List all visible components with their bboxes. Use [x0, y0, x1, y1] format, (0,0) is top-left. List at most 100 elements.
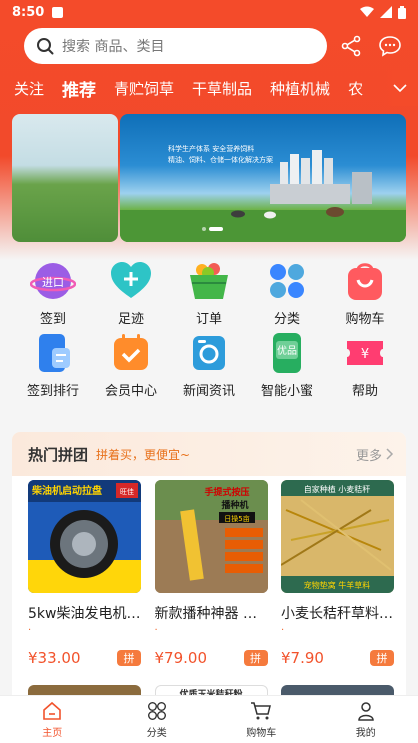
group-buy-button[interactable]: 拼 — [117, 650, 141, 666]
nav-profile-label: 我的 — [355, 727, 376, 739]
heart-plus-icon — [108, 258, 154, 304]
signal-icon — [380, 6, 392, 18]
nav-category-label: 分类 — [146, 727, 167, 739]
menu-checkin-rank-label: 签到排行 — [26, 384, 79, 399]
tab-machinery[interactable]: 种植机械 — [261, 78, 339, 99]
product-name: 小麦长秸秆草料… — [281, 606, 393, 622]
nav-cart-label: 购物车 — [246, 727, 277, 739]
tab-follow[interactable]: 关注 — [0, 78, 53, 99]
battery-icon — [398, 5, 406, 19]
menu-help[interactable]: ¥ 帮助 — [326, 330, 404, 399]
phone-rank-icon — [30, 330, 76, 376]
product-image-text: 柴油机启动拉盘 — [31, 484, 102, 497]
product-card[interactable]: 手提式按压 播种机 日操5亩 新款播种神器 … · ¥79.00 拼 — [154, 480, 268, 667]
group-buy-button[interactable]: 拼 — [370, 650, 394, 666]
help-icon-text: ¥ — [361, 347, 369, 362]
product-image-badge: 旺佳 — [120, 487, 134, 496]
quick-menu-grid: 进口 签到 足迹 订单 分类 购物车 签到排行 会员中心 新闻资讯 优品 智能小… — [0, 258, 418, 399]
menu-help-label: 帮助 — [351, 384, 378, 399]
calendar-check-icon — [108, 330, 154, 376]
status-bar: 8:50 — [0, 0, 418, 24]
tab-agri[interactable]: 农 — [339, 78, 372, 99]
nav-home-label: 主页 — [42, 727, 63, 739]
camera-news-icon — [186, 330, 232, 376]
product-image-text: 自家种植 小麦秸秆 — [304, 484, 371, 494]
product-dot: · — [28, 625, 32, 636]
chevron-down-icon — [393, 83, 407, 92]
nav-category[interactable]: 分类 — [105, 696, 210, 743]
carousel-indicator — [202, 227, 223, 231]
shopping-bag-icon — [342, 258, 388, 304]
product-image-text2: 播种机 — [221, 499, 248, 511]
menu-checkin[interactable]: 进口 签到 — [14, 258, 92, 327]
group-buy-header: 热门拼团 拼着买，更便宜~ 更多 — [12, 432, 406, 476]
product-dot: · — [281, 625, 285, 636]
product-image-badge: 日操5亩 — [224, 514, 249, 523]
message-button[interactable] — [373, 28, 408, 64]
group-buy-title: 热门拼团 — [28, 445, 89, 464]
menu-orders[interactable]: 订单 — [170, 258, 248, 327]
search-input[interactable]: 搜索 商品、类目 — [24, 28, 328, 64]
group-buy-button[interactable]: 拼 — [243, 650, 268, 666]
user-icon — [357, 701, 374, 721]
tab-recommend[interactable]: 推荐 — [53, 76, 105, 101]
tab-hay[interactable]: 干草制品 — [183, 78, 261, 99]
product-name: 新款播种神器 … — [154, 606, 257, 622]
phone-quality-icon: 优品 — [264, 330, 310, 376]
product-price: ¥79.00 — [154, 649, 208, 667]
carousel-dot-active — [209, 227, 223, 231]
menu-news[interactable]: 新闻资讯 — [170, 330, 248, 399]
nav-profile[interactable]: 我的 — [314, 696, 418, 743]
product-card[interactable]: 柴油机启动拉盘 旺佳 5kw柴油发电机… · ¥33.00 拼 — [28, 480, 141, 667]
home-icon — [43, 701, 62, 720]
category-tabs: 关注 推荐 青贮饲草 干草制品 种植机械 农 — [0, 70, 418, 106]
chevron-right-icon — [386, 448, 394, 460]
banner-prev-slide[interactable] — [12, 114, 118, 242]
menu-member-center[interactable]: 会员中心 — [92, 330, 170, 399]
nav-cart[interactable]: 购物车 — [209, 696, 314, 743]
category-icon — [264, 258, 310, 304]
menu-category[interactable]: 分类 — [248, 258, 326, 327]
banner-carousel[interactable]: 科学生产体系 安全营养饲料 精油、饲料、仓储一体化解决方案 — [12, 114, 406, 242]
nav-home[interactable]: 主页 — [0, 696, 105, 743]
menu-checkin-rank[interactable]: 签到排行 — [14, 330, 92, 399]
menu-category-label: 分类 — [273, 312, 300, 327]
product-image: 手提式按压 播种机 日操5亩 — [154, 480, 268, 593]
menu-smart-assistant[interactable]: 优品 智能小蜜 — [248, 330, 326, 399]
product-image: 自家种植 小麦秸秆 宠物垫窝 牛羊草料 — [281, 480, 394, 593]
tabs-expand-button[interactable] — [382, 70, 418, 106]
menu-cart-label: 购物车 — [345, 312, 385, 327]
product-image-text: 手提式按压 — [204, 486, 249, 498]
tab-silage[interactable]: 青贮饲草 — [105, 78, 183, 99]
group-buy-subtitle: 拼着买，更便宜~ — [96, 447, 191, 462]
share-button[interactable] — [333, 28, 368, 64]
product-dot: · — [154, 625, 158, 636]
search-icon — [37, 38, 54, 55]
coupon-icon: ¥ — [342, 330, 388, 376]
menu-news-label: 新闻资讯 — [182, 384, 235, 399]
product-list: 柴油机启动拉盘 旺佳 5kw柴油发电机… · ¥33.00 拼 手提式按压 播种… — [12, 476, 406, 667]
menu-smart-assistant-label: 智能小蜜 — [260, 384, 313, 399]
menu-footprint[interactable]: 足迹 — [92, 258, 170, 327]
group-buy-more-label: 更多 — [355, 448, 382, 464]
share-icon — [341, 35, 361, 57]
product-image: 柴油机启动拉盘 旺佳 — [28, 480, 141, 593]
bottom-navigation: 主页 分类 购物车 我的 — [0, 695, 418, 743]
menu-orders-label: 订单 — [195, 312, 222, 327]
group-buy-more-link[interactable]: 更多 — [356, 445, 394, 464]
search-placeholder: 搜索 商品、类目 — [62, 39, 165, 55]
search-row: 搜索 商品、类目 — [24, 28, 408, 64]
carousel-dot — [202, 227, 206, 231]
status-time: 8:50 — [12, 4, 45, 20]
group-buy-section: 热门拼团 拼着买，更便宜~ 更多 柴油机启动拉盘 旺佳 5kw柴油发电机… · … — [12, 432, 406, 722]
factory-illustration — [120, 150, 406, 242]
checkin-icon: 进口 — [30, 258, 76, 304]
menu-cart[interactable]: 购物车 — [326, 258, 404, 327]
menu-member-center-label: 会员中心 — [104, 384, 157, 399]
product-image-text2: 宠物垫窝 牛羊草料 — [304, 580, 371, 590]
smart-icon-text: 优品 — [277, 344, 297, 357]
banner-current-slide[interactable]: 科学生产体系 安全营养饲料 精油、饲料、仓储一体化解决方案 — [120, 114, 406, 242]
product-card[interactable]: 自家种植 小麦秸秆 宠物垫窝 牛羊草料 小麦长秸秆草料… · ¥7.90 拼 — [281, 480, 394, 667]
checkin-icon-text: 进口 — [42, 276, 64, 289]
product-name: 5kw柴油发电机… — [28, 606, 141, 622]
